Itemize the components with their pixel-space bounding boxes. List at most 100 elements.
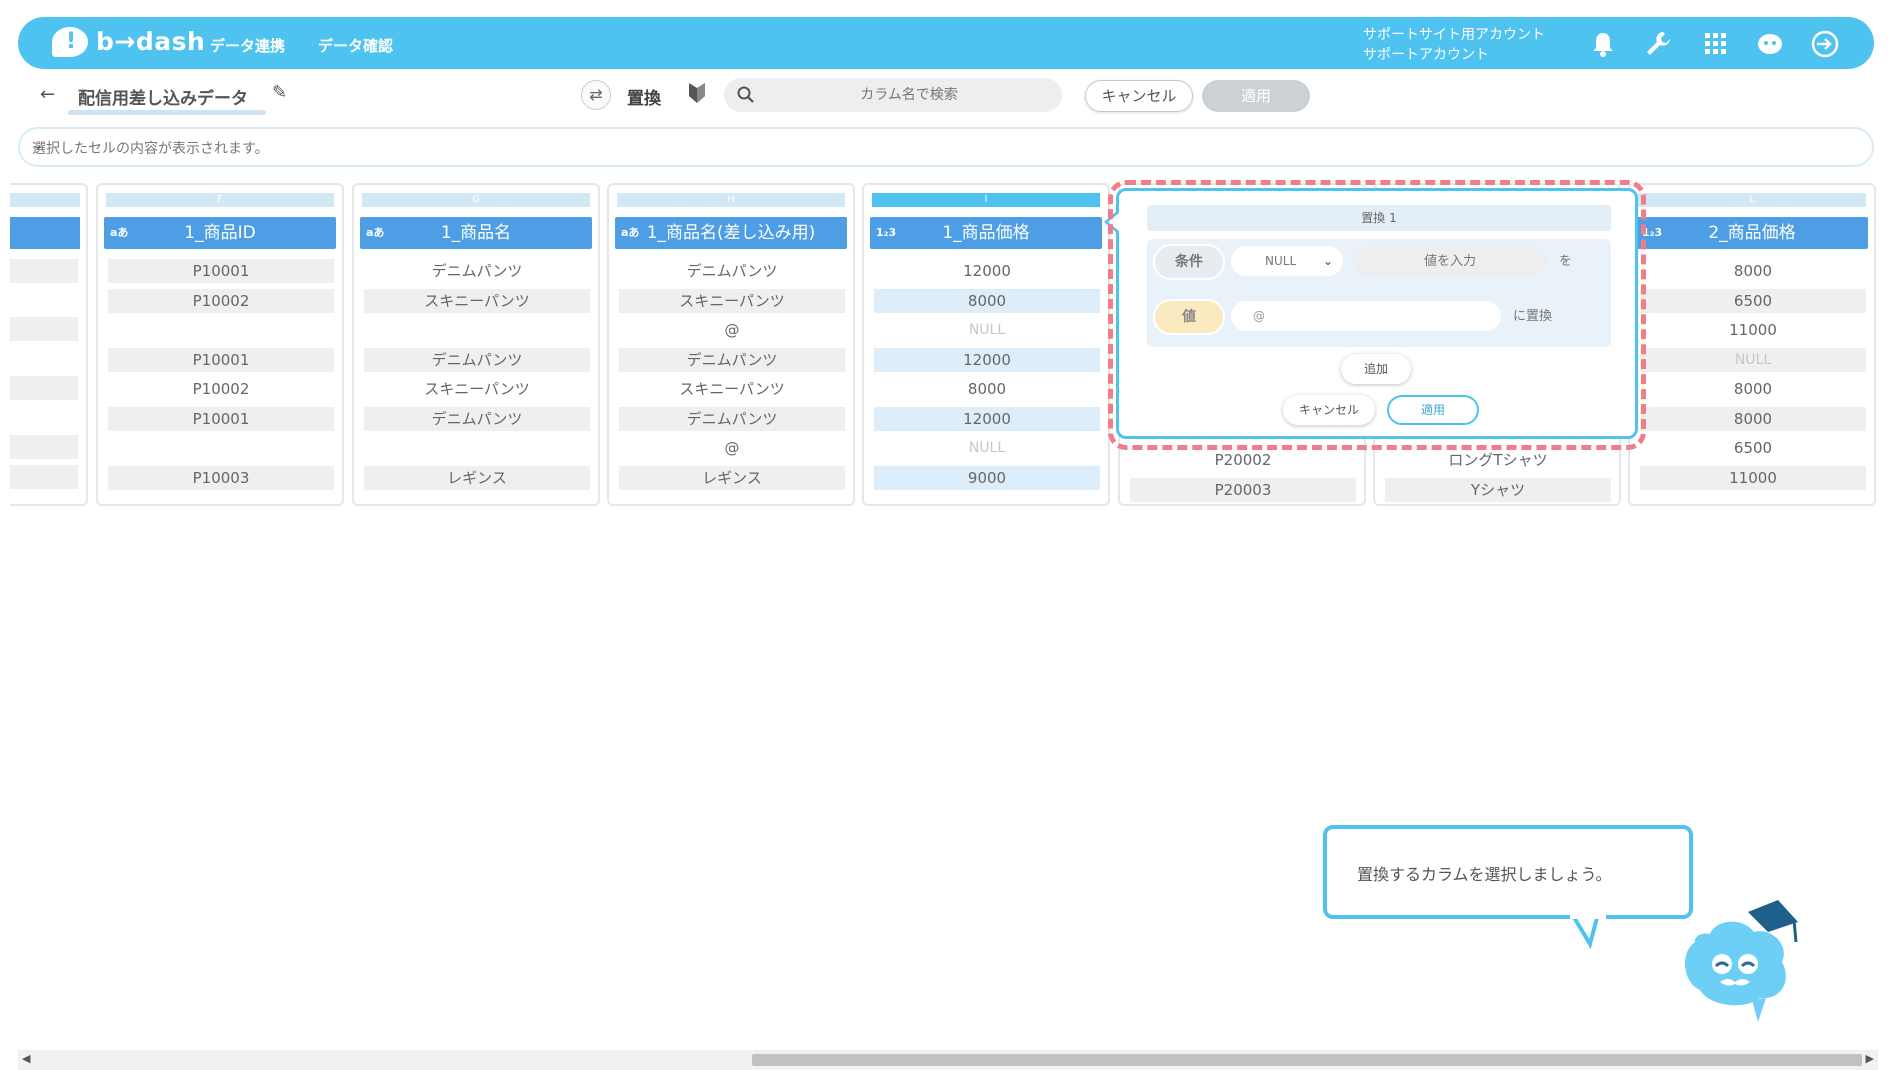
wrench-icon[interactable] — [1643, 29, 1673, 59]
table-cell[interactable]: P10001 — [108, 259, 334, 283]
table-cell[interactable]: デニムパンツ — [364, 406, 590, 431]
logo-wordmark: b→dash — [96, 27, 206, 56]
table-cell[interactable]: スキニーパンツ — [364, 288, 590, 313]
table-cell[interactable]: 12000 — [874, 347, 1100, 372]
table-cell[interactable]: デニムパンツ — [619, 347, 845, 372]
edit-pencil-icon[interactable]: ✎ — [272, 82, 287, 103]
table-cell[interactable]: 6500 — [1640, 436, 1866, 460]
guide-tooltip: 置換するカラムを選択しましょう。 — [1323, 825, 1693, 919]
type-number-icon: 1₂3 — [876, 226, 897, 239]
table-cell[interactable]: 8000 — [1640, 406, 1866, 431]
column-search-input[interactable] — [764, 78, 1054, 112]
column-letter: H — [617, 193, 845, 207]
highlight-dashed-outline — [1108, 180, 1646, 450]
table-cell[interactable]: P10002 — [108, 288, 334, 313]
table-cell[interactable]: スキニーパンツ — [619, 288, 845, 313]
cell-content-bar[interactable]: 選択したセルの内容が表示されます。 ⌄ — [18, 127, 1874, 167]
horizontal-scrollbar[interactable]: ◀ ▶ — [18, 1050, 1878, 1070]
table-cell[interactable]: 8000 — [874, 377, 1100, 401]
table-cell[interactable] — [10, 376, 78, 400]
table-cell[interactable] — [10, 317, 78, 341]
logout-icon[interactable] — [1810, 29, 1840, 59]
bell-icon[interactable] — [1588, 29, 1618, 59]
table-cell[interactable]: 11000 — [1640, 465, 1866, 490]
column-G[interactable]: G aあ 1_商品名 デニムパンツ スキニーパンツ デニムパンツ スキニーパンツ… — [352, 183, 600, 506]
table-cell-null[interactable]: NULL — [1640, 347, 1866, 372]
column-partial-left[interactable] — [10, 183, 88, 506]
column-search-box[interactable] — [724, 78, 1062, 112]
column-L[interactable]: L 1₂3 2_商品価格 8000 6500 11000 NULL 8000 8… — [1628, 183, 1876, 506]
table-cell[interactable]: デニムパンツ — [364, 259, 590, 283]
table-cell[interactable]: P10001 — [108, 347, 334, 372]
column-name: 1_商品名(差し込み用) — [646, 223, 816, 243]
column-header-商品名[interactable]: aあ 1_商品名 — [360, 217, 592, 249]
cancel-button[interactable]: キャンセル — [1085, 80, 1193, 112]
table-cell[interactable]: 9000 — [874, 465, 1100, 490]
column-header-2商品価格[interactable]: 1₂3 2_商品価格 — [1636, 217, 1868, 249]
nav-data-check[interactable]: データ確認 — [318, 35, 393, 56]
table-cell[interactable] — [10, 435, 78, 459]
column-header-商品名差し込み用[interactable]: aあ 1_商品名(差し込み用) — [615, 217, 847, 249]
table-cell-null[interactable]: NULL — [874, 318, 1100, 342]
table-cell[interactable]: P10003 — [108, 465, 334, 490]
table-cell[interactable]: 8000 — [1640, 259, 1866, 283]
table-cell[interactable]: P10002 — [108, 377, 334, 401]
column-F[interactable]: F aあ 1_商品ID P10001 P10002 P10001 P10002 … — [96, 183, 344, 506]
table-cell[interactable] — [10, 465, 78, 489]
replace-swap-icon[interactable]: ⇄ — [581, 80, 611, 110]
table-cell[interactable] — [108, 436, 334, 460]
table-cell[interactable]: レギンス — [619, 465, 845, 490]
table-cell-null[interactable]: NULL — [874, 436, 1100, 460]
table-cell[interactable]: @ — [619, 318, 845, 342]
account-info[interactable]: サポートサイト用アカウント サポートアカウント — [1363, 25, 1545, 65]
table-cell[interactable]: デニムパンツ — [364, 347, 590, 372]
beginner-mark-icon[interactable] — [686, 80, 708, 106]
table-cell[interactable]: Yシャツ — [1385, 477, 1611, 502]
chevron-down-icon[interactable]: ⌄ — [32, 137, 1854, 153]
account-line2: サポートアカウント — [1363, 47, 1489, 63]
title-underline — [68, 110, 266, 115]
back-arrow-icon[interactable]: ← — [40, 84, 55, 105]
table-cell[interactable]: 8000 — [1640, 377, 1866, 401]
table-cell[interactable]: P20003 — [1130, 477, 1356, 502]
top-header: ! b→dash データ連携 データ確認 サポートサイト用アカウント サポートア… — [18, 17, 1874, 69]
table-cell[interactable]: 12000 — [874, 259, 1100, 283]
table-cell[interactable]: デニムパンツ — [619, 406, 845, 431]
column-I-selected[interactable]: I 1₂3 1_商品価格 12000 8000 NULL 12000 8000 … — [862, 183, 1110, 506]
apply-button[interactable]: 適用 — [1202, 80, 1310, 112]
table-cell[interactable]: 12000 — [874, 406, 1100, 431]
table-cell[interactable]: スキニーパンツ — [619, 377, 845, 401]
table-cell[interactable]: 8000 — [874, 288, 1100, 313]
support-mascot-icon[interactable] — [1755, 29, 1785, 59]
bdash-logo[interactable]: ! b→dash — [44, 23, 206, 63]
table-cell[interactable]: 6500 — [1640, 288, 1866, 313]
page-title[interactable]: 配信用差し込みデータ — [78, 84, 248, 109]
column-H[interactable]: H aあ 1_商品名(差し込み用) デニムパンツ スキニーパンツ @ デニムパン… — [607, 183, 855, 506]
scrollbar-thumb[interactable] — [752, 1054, 1862, 1066]
table-cell[interactable]: P10001 — [108, 406, 334, 431]
table-cell[interactable]: 11000 — [1640, 318, 1866, 342]
type-text-icon: aあ — [621, 226, 640, 239]
column-header-商品価格[interactable]: 1₂3 1_商品価格 — [870, 217, 1102, 249]
column-header-商品ID[interactable]: aあ 1_商品ID — [104, 217, 336, 249]
replace-mode-label: 置換 — [627, 89, 661, 109]
nav-data-integration[interactable]: データ連携 — [210, 35, 285, 56]
table-cell[interactable] — [364, 318, 590, 342]
search-icon — [737, 86, 754, 103]
table-cell[interactable] — [108, 318, 334, 342]
table-cell[interactable] — [364, 436, 590, 460]
table-cell[interactable]: P20002 — [1130, 448, 1356, 472]
table-cell[interactable]: ロングTシャツ — [1385, 448, 1611, 472]
table-cell[interactable] — [10, 259, 78, 283]
type-text-icon: aあ — [110, 226, 129, 239]
scroll-right-arrow-icon[interactable]: ▶ — [1866, 1052, 1874, 1065]
scroll-left-arrow-icon[interactable]: ◀ — [22, 1052, 30, 1065]
table-cell[interactable]: @ — [619, 436, 845, 460]
mascot-character-icon — [1684, 900, 1798, 1022]
column-header[interactable] — [10, 217, 80, 249]
grid-apps-icon[interactable] — [1701, 29, 1731, 59]
app-frame: ! b→dash データ連携 データ確認 サポートサイト用アカウント サポートア… — [10, 10, 1880, 1070]
table-cell[interactable]: レギンス — [364, 465, 590, 490]
table-cell[interactable]: デニムパンツ — [619, 259, 845, 283]
table-cell[interactable]: スキニーパンツ — [364, 377, 590, 401]
